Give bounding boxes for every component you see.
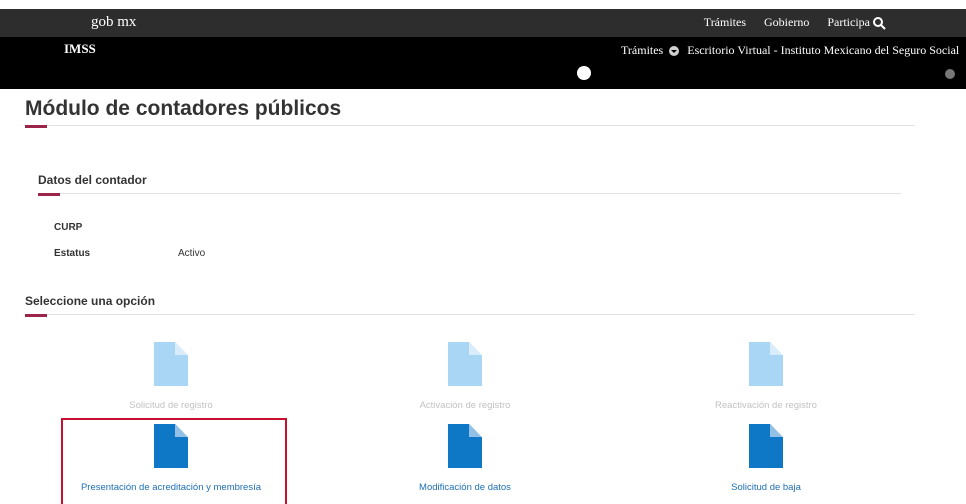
option-label: Reactivación de registro [715,400,817,411]
gob-top-bar: gob mx Trámites Gobierno Participa [0,9,966,37]
title-accent [25,125,47,128]
gob-mx-logo[interactable]: gob mx [91,14,136,31]
document-icon [154,424,188,468]
options-heading: Seleccione una opción [25,294,156,308]
section-accent [25,314,47,317]
option-label[interactable]: Presentación de acreditación y membresía [56,482,286,493]
option-presentacion-acreditacion[interactable]: Presentación de acreditación y membresía [56,424,286,493]
document-icon [448,342,482,386]
loading-indicator [577,66,591,80]
nav-participa[interactable]: Participa [827,15,870,30]
option-reactivacion-registro: Reactivación de registro [651,342,881,411]
search-icon[interactable] [872,16,886,30]
nav-tramites[interactable]: Trámites [704,15,746,30]
subnav-portal[interactable]: Escritorio Virtual - Instituto Mexicano … [687,43,959,58]
imss-title[interactable]: IMSS [64,41,96,57]
option-label[interactable]: Modificación de datos [350,482,580,493]
nav-gobierno[interactable]: Gobierno [764,15,809,30]
document-icon [448,424,482,468]
option-label[interactable]: Solicitud de baja [651,482,881,493]
option-label: Solicitud de registro [129,400,213,411]
document-icon [749,342,783,386]
collapse-toggle[interactable] [945,69,955,79]
imss-header: IMSS Trámites Escritorio Virtual - Insti… [0,37,966,89]
option-modificacion-datos[interactable]: Modificación de datos [350,424,580,493]
option-solicitud-registro: Solicitud de registro [56,342,286,411]
divider [38,193,901,194]
divider [25,314,915,315]
subnav-tramites[interactable]: Trámites [621,43,663,58]
estatus-value: Activo [178,248,206,259]
divider [25,125,915,126]
contador-heading: Datos del contador [38,173,147,187]
imss-subnav: Trámites Escritorio Virtual - Instituto … [621,43,959,58]
chevron-down-icon[interactable] [669,45,680,56]
section-accent [38,193,60,196]
curp-label: CURP [54,222,83,233]
document-icon [154,342,188,386]
page-title: Módulo de contadores públicos [25,97,342,120]
estatus-label: Estatus [54,248,91,259]
top-nav: Trámites Gobierno Participa [704,15,870,30]
option-solicitud-baja[interactable]: Solicitud de baja [651,424,881,493]
option-activacion-registro: Activación de registro [350,342,580,411]
option-label: Activación de registro [419,400,511,411]
document-icon [749,424,783,468]
